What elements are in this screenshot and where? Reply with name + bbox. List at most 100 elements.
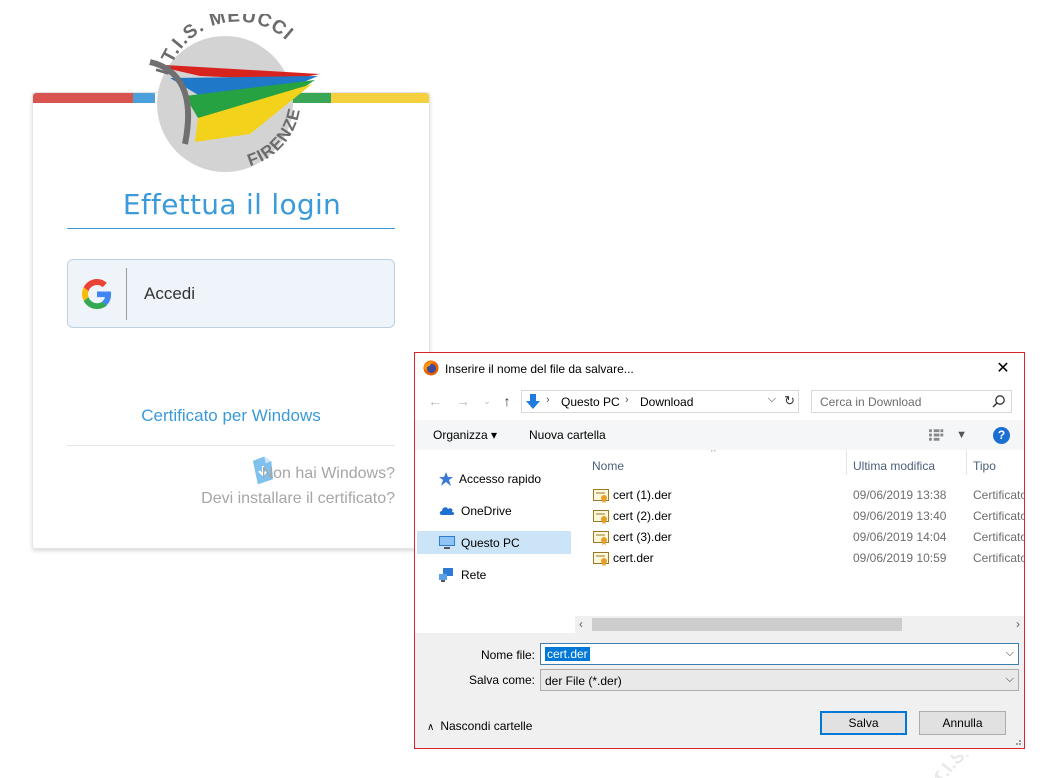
help-icon[interactable]: ? [993, 427, 1010, 444]
dialog-footer: Nome file: cert.der ⌵ Salva come: der Fi… [415, 633, 1024, 748]
savetype-value: der File (*.der) [545, 674, 622, 688]
no-windows-link[interactable]: Non hai Windows? [67, 465, 395, 483]
nav-item-label: Accesso rapido [459, 471, 542, 486]
column-separator [966, 450, 967, 475]
new-folder-button[interactable]: Nuova cartella [529, 428, 606, 442]
file-list: ^ Nome Ultima modifica Tipo cert (1).der… [575, 450, 1024, 633]
install-cert-link[interactable]: Devi installare il certificato? [67, 490, 395, 508]
refresh-icon[interactable]: ↻ [784, 393, 795, 409]
certificate-windows-link[interactable]: Certificato per Windows [67, 406, 395, 426]
file-modified: 09/06/2019 13:38 [853, 488, 947, 502]
organize-menu-button[interactable]: Organizza ▾ [433, 428, 497, 442]
stripe-yellow [331, 93, 429, 103]
savetype-select[interactable]: der File (*.der) ⌵ [540, 669, 1019, 691]
file-row[interactable]: cert (2).der 09/06/2019 13:40 Certificat… [575, 506, 1024, 527]
resize-grip-icon[interactable] [1012, 736, 1022, 746]
stripe-red [33, 93, 133, 103]
file-type: Certificato [973, 551, 1024, 565]
cancel-button[interactable]: Annulla [919, 711, 1006, 735]
scroll-right-icon[interactable]: › [1016, 617, 1020, 631]
close-icon[interactable]: ✕ [988, 355, 1018, 381]
search-icon[interactable] [992, 394, 1006, 408]
nav-item-rete[interactable]: Rete [417, 563, 571, 586]
back-arrow-icon[interactable]: ← [425, 391, 445, 411]
chevron-down-icon[interactable]: ⌵ [1006, 673, 1014, 686]
file-row[interactable]: cert (1).der 09/06/2019 13:38 Certificat… [575, 485, 1024, 506]
hide-folders-toggle[interactable]: ∧ Nascondi cartelle [427, 719, 532, 733]
file-row[interactable]: cert (3).der 09/06/2019 14:04 Certificat… [575, 527, 1024, 548]
file-type: Certificato [973, 509, 1024, 523]
nav-item-label: Questo PC [461, 535, 520, 550]
filename-field[interactable]: cert.der ⌵ [540, 643, 1019, 665]
navigation-bar: ← → ⌄ ↑ › Questo PC › Download ⌵ ↻ [415, 387, 1024, 415]
file-name: cert (2).der [613, 509, 672, 523]
breadcrumb-separator-icon: › [546, 394, 550, 406]
file-name: cert (3).der [613, 530, 672, 544]
file-row[interactable]: cert.der 09/06/2019 10:59 Certificato [575, 548, 1024, 569]
logo-watermark: I.T.I.S. MEUCCI [935, 755, 1045, 778]
save-button[interactable]: Salva [820, 711, 907, 735]
column-header-modified[interactable]: Ultima modifica [853, 459, 935, 481]
chevron-down-icon[interactable]: ⌵ [1006, 647, 1014, 660]
certificate-file-icon [593, 510, 609, 524]
nav-item-accesso-rapido[interactable]: Accesso rapido [417, 467, 571, 490]
firefox-icon [423, 360, 439, 376]
sort-ascending-icon: ^ [711, 450, 716, 458]
computer-icon [439, 535, 455, 549]
column-header-name[interactable]: Nome [592, 459, 624, 481]
dialog-titlebar[interactable]: Inserire il nome del file da salvare... … [415, 353, 1024, 383]
savetype-label: Salva come: [468, 673, 535, 687]
view-list-icon [929, 429, 944, 441]
search-box[interactable] [811, 390, 1012, 413]
chevron-up-icon: ∧ [427, 722, 435, 733]
dialog-toolbar: Organizza ▾ Nuova cartella ▼ ? [415, 420, 1024, 450]
certificate-file-icon [593, 552, 609, 566]
page: Effettua il login I.T.I.S. MEUCCI FIRENZ… [0, 0, 1046, 778]
navigation-pane: Accesso rapido OneDrive Questo PC Rete [415, 450, 575, 633]
forward-arrow-icon[interactable]: → [453, 391, 473, 411]
watermark-text: I.T.I.S. MEUCCI [935, 755, 1045, 778]
file-name: cert (1).der [613, 488, 672, 502]
breadcrumb-questo-pc[interactable]: Questo PC [561, 395, 620, 409]
dialog-title: Inserire il nome del file da salvare... [445, 362, 634, 376]
address-bar[interactable]: › Questo PC › Download ⌵ ↻ [521, 390, 799, 413]
network-icon [439, 567, 453, 582]
chevron-down-icon[interactable]: ⌵ [768, 393, 776, 406]
column-separator [846, 450, 847, 475]
filename-value: cert.der [545, 647, 590, 661]
file-modified: 09/06/2019 14:04 [853, 530, 947, 544]
file-modified: 09/06/2019 13:40 [853, 509, 947, 523]
search-input[interactable] [812, 391, 987, 412]
nav-item-label: Rete [461, 567, 487, 582]
caret-down-icon: ▼ [956, 429, 967, 441]
horizontal-scrollbar[interactable]: ‹ › [575, 616, 1024, 633]
google-button-label: Accedi [144, 283, 196, 303]
certificate-file-icon [593, 531, 609, 545]
star-icon [439, 471, 453, 486]
breadcrumb-download[interactable]: Download [640, 395, 693, 409]
nav-item-questo-pc[interactable]: Questo PC [417, 531, 571, 554]
view-options-button[interactable]: ▼ [929, 426, 967, 444]
file-name: cert.der [613, 551, 654, 565]
google-g-icon [82, 278, 112, 309]
download-arrow-icon [526, 394, 540, 409]
scrollbar-thumb[interactable] [592, 618, 902, 631]
recent-locations-icon[interactable]: ⌄ [477, 391, 497, 411]
google-signin-button[interactable]: Accedi [67, 259, 395, 328]
google-icon-wrap [68, 267, 127, 320]
certificate-file-icon [593, 489, 609, 503]
login-title: Effettua il login [122, 188, 342, 221]
svg-text:I.T.I.S. MEUCCI: I.T.I.S. MEUCCI [935, 755, 1045, 778]
filename-label: Nome file: [480, 648, 535, 662]
nav-item-onedrive[interactable]: OneDrive [417, 499, 571, 522]
scroll-left-icon[interactable]: ‹ [579, 617, 583, 631]
card-divider [67, 445, 395, 446]
nav-item-label: OneDrive [461, 503, 512, 518]
breadcrumb-separator-icon: › [625, 394, 629, 406]
save-file-dialog: Inserire il nome del file da salvare... … [414, 352, 1025, 749]
hide-folders-label: Nascondi cartelle [440, 719, 533, 733]
up-arrow-icon[interactable]: ↑ [497, 391, 517, 411]
column-header-type[interactable]: Tipo [973, 459, 996, 481]
school-logo: I.T.I.S. MEUCCI FIRENZE [140, 5, 330, 174]
file-modified: 09/06/2019 10:59 [853, 551, 947, 565]
